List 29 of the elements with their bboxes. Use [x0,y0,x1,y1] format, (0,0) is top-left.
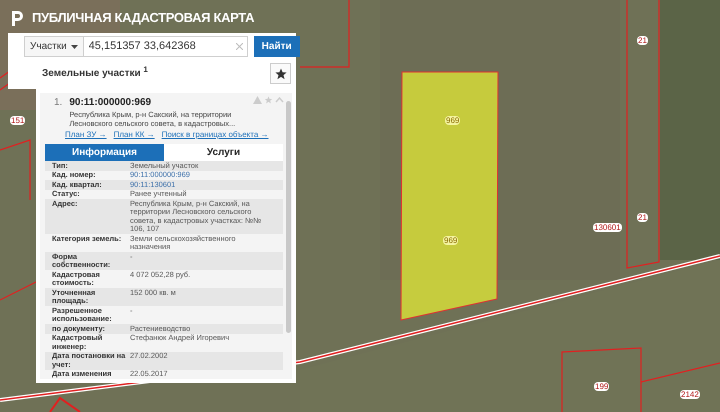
tab[interactable]: Информация [45,144,164,161]
result-link[interactable]: План КК → [114,129,155,141]
parcel-number-label: 151 [10,116,26,125]
favorite-button[interactable] [270,63,291,84]
caret-icon [70,44,78,48]
category-dropdown[interactable]: Участки [25,37,84,56]
parcel-number-label: 21 [637,36,648,45]
cadastral-number-link[interactable]: 90:11:000000:969 [69,95,152,110]
parcel-number-label: 21 [637,213,648,222]
parcel-number-label: 2142 [680,390,700,399]
parcel-number-label: 969 [443,236,458,245]
results-title: Земельные участки $^{1}$ [42,66,148,81]
app-title: ПУБЛИЧНАЯ КАДАСТРОВАЯ КАРТА [32,9,254,27]
parcel-number-label: 969 [445,116,460,125]
logo-icon [10,8,24,27]
star-icon[interactable] [264,96,273,104]
result-link[interactable]: Поиск в границах объекта → [162,129,268,141]
find-button[interactable]: Найти [254,36,300,57]
search-field[interactable]: Участки 45,151357 33,642368 [24,36,248,57]
warning-icon[interactable] [253,96,262,104]
result-number: 1. [54,96,62,110]
parcel-number-label: 199 [594,382,610,391]
result-link[interactable]: План ЗУ → [65,129,107,141]
star-icon [274,68,286,80]
tab[interactable]: Услуги [164,144,283,161]
clear-icon[interactable] [236,43,243,50]
scrollbar[interactable] [286,101,291,333]
parcel-number-label: 130601 [593,223,622,232]
collapse-icon[interactable] [275,96,284,104]
